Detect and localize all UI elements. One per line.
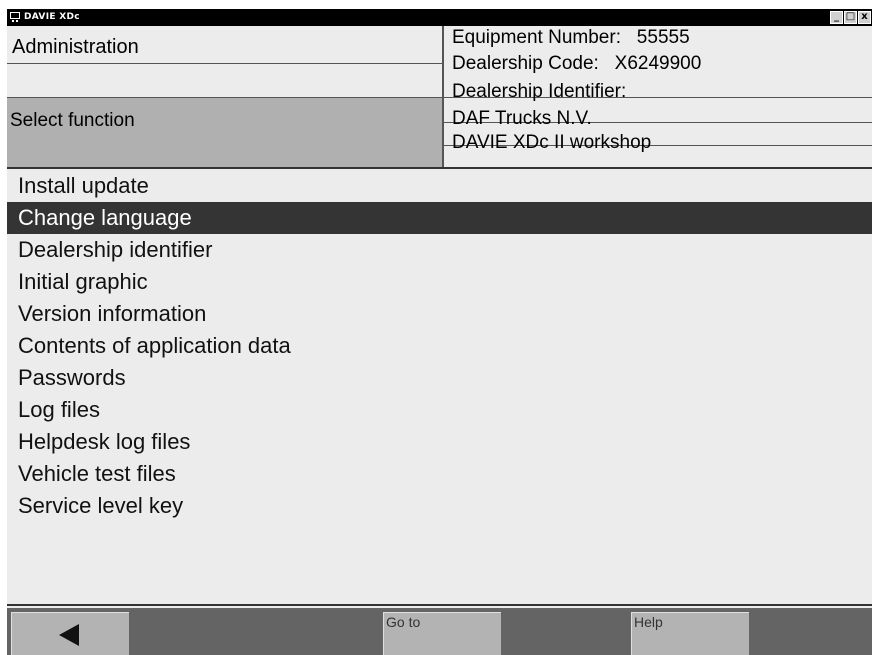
list-item-version-information[interactable]: Version information xyxy=(7,298,872,330)
header-left-panel: Administration Select function xyxy=(7,26,444,167)
instruction-row: Select function xyxy=(7,98,442,167)
goto-button[interactable]: Go to xyxy=(383,612,501,655)
window-controls: _ □ x xyxy=(830,11,871,24)
list-item-passwords[interactable]: Passwords xyxy=(7,362,872,394)
list-item-contents-of-application-data[interactable]: Contents of application data xyxy=(7,330,872,362)
bottom-toolbar: Go to Help xyxy=(7,608,872,655)
maximize-button[interactable]: □ xyxy=(844,11,857,24)
dealership-identifier-label: Dealership Identifier: xyxy=(452,81,627,102)
list-item-vehicle-test-files[interactable]: Vehicle test files xyxy=(7,458,872,490)
module-row: Administration xyxy=(7,26,442,64)
module-title: Administration xyxy=(12,36,139,58)
help-label: Help xyxy=(634,614,663,630)
instruction-text: Select function xyxy=(10,110,135,131)
list-item-dealership-identifier[interactable]: Dealership identifier xyxy=(7,234,872,266)
status-row xyxy=(7,64,442,98)
list-item-install-update[interactable]: Install update xyxy=(7,170,872,202)
function-list: Install update Change language Dealershi… xyxy=(7,169,872,606)
list-item-initial-graphic[interactable]: Initial graphic xyxy=(7,266,872,298)
dealership-code: Dealership Code: X6249900 xyxy=(452,53,702,74)
goto-label: Go to xyxy=(386,614,421,630)
title-bar: DAVIE XDc _ □ x xyxy=(7,9,872,26)
back-button[interactable] xyxy=(11,612,129,655)
list-item-log-files[interactable]: Log files xyxy=(7,394,872,426)
equipment-number: Equipment Number: 55555 xyxy=(452,27,690,48)
window-title: DAVIE XDc xyxy=(24,12,80,22)
close-button[interactable]: x xyxy=(858,11,871,24)
left-arrow-icon xyxy=(59,624,79,646)
app-window: DAVIE XDc _ □ x Administration Select fu… xyxy=(7,9,872,655)
workshop-name: DAVIE XDc II workshop xyxy=(452,132,652,153)
list-item-service-level-key[interactable]: Service level key xyxy=(7,490,872,522)
app-icon xyxy=(10,12,20,22)
company-name: DAF Trucks N.V. xyxy=(452,108,592,129)
help-button[interactable]: Help xyxy=(631,612,749,655)
minimize-button[interactable]: _ xyxy=(830,11,843,24)
list-item-helpdesk-log-files[interactable]: Helpdesk log files xyxy=(7,426,872,458)
header-info-panel: Equipment Number: 55555 Dealership Code:… xyxy=(444,26,872,167)
list-item-change-language[interactable]: Change language xyxy=(7,202,872,234)
